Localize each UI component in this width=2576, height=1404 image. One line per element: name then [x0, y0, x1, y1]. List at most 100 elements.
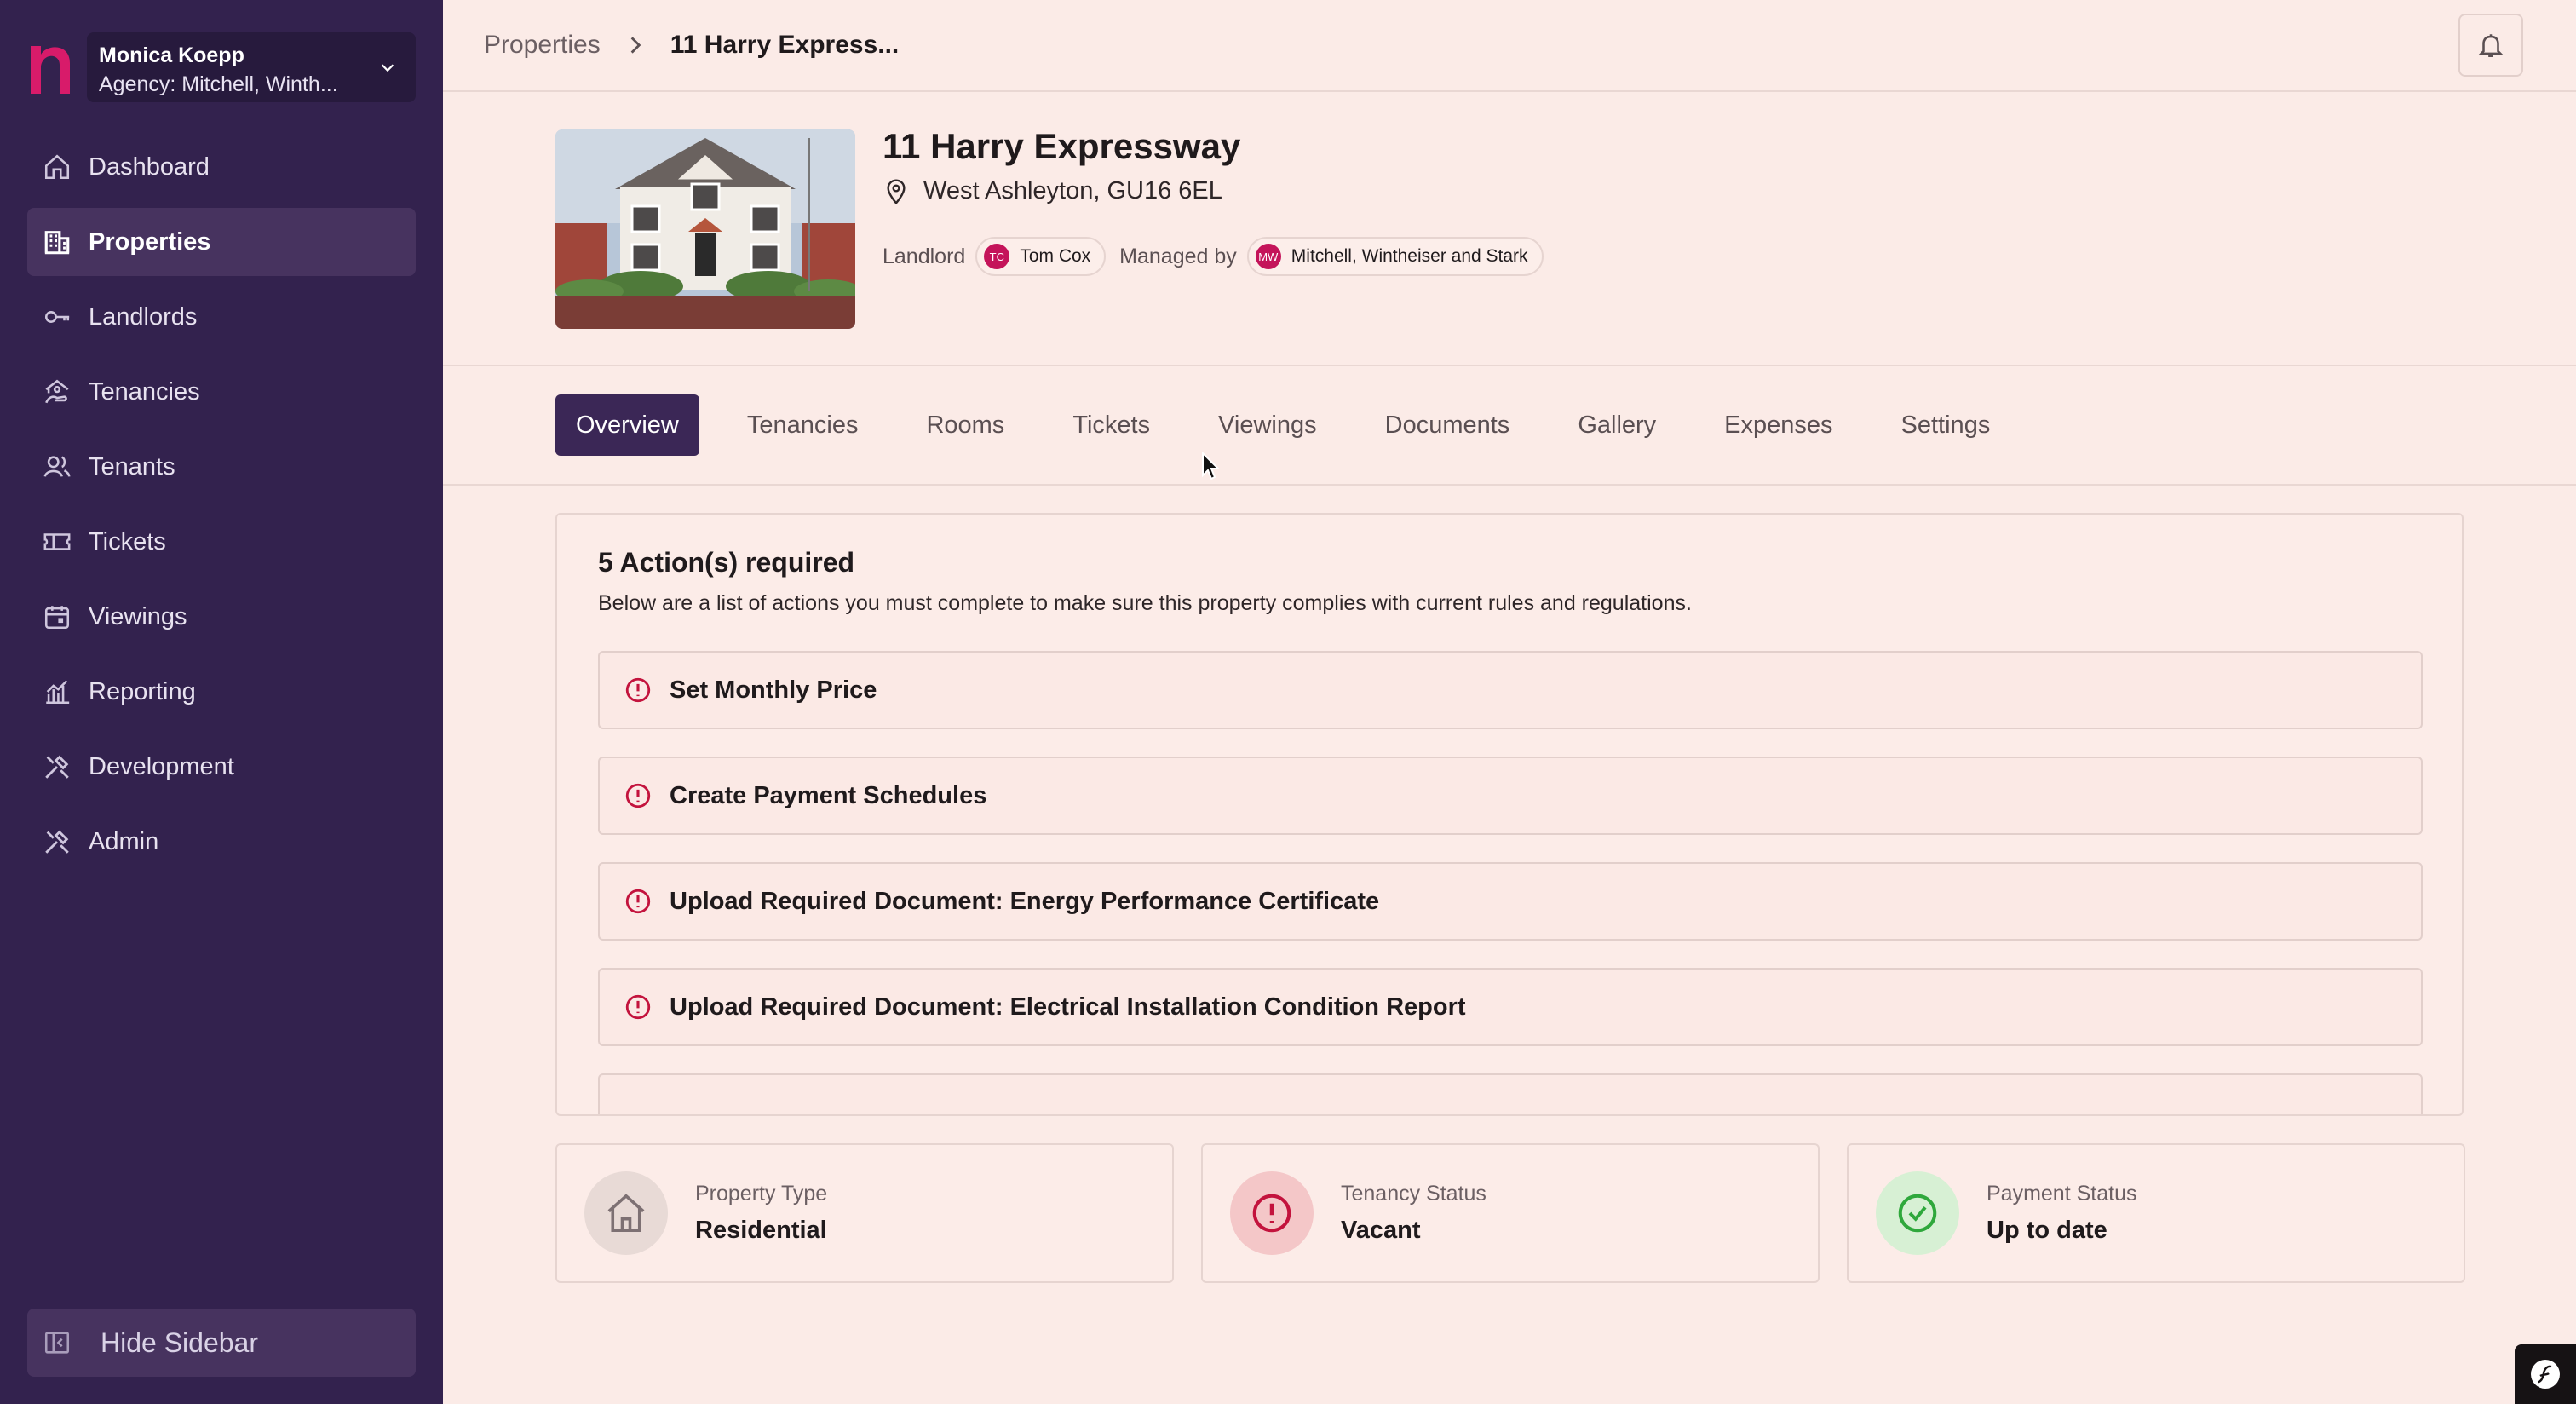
logo	[31, 46, 70, 94]
check-circle-icon	[1898, 1194, 1937, 1233]
sidebar-item-label: Viewings	[89, 602, 187, 630]
breadcrumb-current: 11 Harry Express...	[670, 31, 900, 59]
sidebar-nav: Dashboard Properties Landlords Tenancies…	[27, 133, 416, 883]
sidebar-item-label: Reporting	[89, 677, 196, 705]
sidebar-item-landlords[interactable]: Landlords	[27, 283, 416, 351]
sidebar-item-label: Development	[89, 752, 234, 780]
landlord-chip[interactable]: TC Tom Cox	[975, 237, 1107, 276]
sidebar-item-tenants[interactable]: Tenants	[27, 433, 416, 501]
sidebar-item-admin[interactable]: Admin	[27, 808, 416, 876]
alert-circle-icon	[625, 994, 651, 1020]
breadcrumb-properties[interactable]: Properties	[484, 31, 601, 60]
tenancy-status-card: Tenancy Status Vacant	[1201, 1143, 1820, 1283]
sidebar: Monica Koepp Agency: Mitchell, Winth... …	[0, 0, 443, 1404]
sidebar-item-label: Dashboard	[89, 152, 210, 181]
tab-tenancies[interactable]: Tenancies	[727, 394, 879, 456]
alert-circle-icon	[625, 889, 651, 914]
actions-required-card: 5 Action(s) required Below are a list of…	[555, 513, 2464, 1116]
action-label: Upload Required Document: Energy Perform…	[670, 887, 1380, 915]
property-photo[interactable]	[555, 129, 855, 329]
hide-sidebar-button[interactable]: Hide Sidebar	[27, 1309, 416, 1377]
check-icon-badge	[1876, 1171, 1959, 1255]
debug-toolbar-button[interactable]	[2515, 1344, 2576, 1404]
stat-value: Residential	[695, 1217, 827, 1244]
bell-icon	[2478, 34, 2504, 58]
sidebar-item-tickets[interactable]: Tickets	[27, 508, 416, 576]
ticket-icon	[43, 533, 71, 550]
home-icon	[44, 154, 70, 180]
action-item-partial[interactable]	[598, 1073, 2423, 1114]
account-switcher[interactable]: Monica Koepp Agency: Mitchell, Winth...	[87, 32, 416, 102]
tab-overview[interactable]: Overview	[555, 394, 699, 456]
alert-circle-icon	[625, 677, 651, 703]
avatar: MW	[1255, 244, 1281, 269]
actions-title: 5 Action(s) required	[598, 547, 855, 578]
stat-label: Payment Status	[1987, 1182, 2137, 1205]
landlord-name: Tom Cox	[1020, 246, 1091, 266]
top-bar: Properties 11 Harry Express...	[443, 0, 2576, 92]
stat-value: Vacant	[1341, 1217, 1421, 1244]
hide-sidebar-label: Hide Sidebar	[101, 1326, 258, 1358]
alert-icon-badge	[1230, 1171, 1314, 1255]
tab-viewings[interactable]: Viewings	[1198, 394, 1337, 456]
house-photo-image	[555, 129, 855, 329]
sidebar-item-development[interactable]: Development	[27, 733, 416, 801]
landlord-label: Landlord	[883, 244, 966, 268]
property-address-text: West Ashleyton, GU16 6EL	[923, 177, 1222, 204]
map-pin-icon	[887, 178, 906, 204]
stat-value: Up to date	[1987, 1217, 2107, 1244]
tab-expenses[interactable]: Expenses	[1704, 394, 1853, 456]
sidebar-collapse-icon	[44, 1332, 70, 1354]
action-item-set-monthly-price[interactable]: Set Monthly Price	[598, 651, 2423, 729]
users-icon	[43, 456, 71, 477]
sidebar-item-label: Tenants	[89, 452, 175, 480]
sidebar-item-label: Tickets	[89, 527, 166, 555]
manager-name: Mitchell, Wintheiser and Stark	[1291, 246, 1528, 266]
tab-tickets[interactable]: Tickets	[1052, 394, 1170, 456]
property-header: 11 Harry Expressway West Ashleyton, GU16…	[443, 92, 2576, 366]
tab-documents[interactable]: Documents	[1365, 394, 1531, 456]
property-address: West Ashleyton, GU16 6EL	[883, 177, 1222, 205]
manager-chip[interactable]: MW Mitchell, Wintheiser and Stark	[1246, 237, 1544, 276]
sidebar-item-dashboard[interactable]: Dashboard	[27, 133, 416, 201]
property-type-card: Property Type Residential	[555, 1143, 1174, 1283]
property-meta: Landlord TC Tom Cox Managed by MW Mitche…	[883, 237, 1557, 276]
notifications-button[interactable]	[2458, 14, 2523, 77]
sidebar-item-tenancies[interactable]: Tenancies	[27, 358, 416, 426]
stat-label: Tenancy Status	[1341, 1182, 1486, 1205]
tools-icon	[45, 830, 69, 854]
alert-circle-icon	[1252, 1194, 1291, 1233]
action-item-electrical-report[interactable]: Upload Required Document: Electrical Ins…	[598, 968, 2423, 1046]
house-person-icon	[45, 379, 69, 404]
property-title: 11 Harry Expressway	[883, 126, 1241, 166]
action-label: Create Payment Schedules	[670, 781, 987, 809]
calendar-icon	[44, 606, 70, 630]
sidebar-item-properties[interactable]: Properties	[27, 208, 416, 276]
stat-label: Property Type	[695, 1182, 828, 1205]
chart-icon	[46, 680, 70, 705]
tools-icon	[45, 755, 69, 779]
account-agency: Agency: Mitchell, Winth...	[99, 72, 338, 96]
managed-by-label: Managed by	[1119, 244, 1237, 268]
action-item-payment-schedules[interactable]: Create Payment Schedules	[598, 757, 2423, 835]
tab-gallery[interactable]: Gallery	[1557, 394, 1676, 456]
actions-description: Below are a list of actions you must com…	[598, 591, 1692, 615]
tab-settings[interactable]: Settings	[1881, 394, 2011, 456]
avatar: TC	[984, 244, 1010, 269]
sidebar-item-label: Admin	[89, 827, 159, 855]
sidebar-item-label: Tenancies	[89, 377, 200, 406]
breadcrumb: Properties 11 Harry Express...	[484, 31, 899, 60]
action-item-energy-certificate[interactable]: Upload Required Document: Energy Perform…	[598, 862, 2423, 941]
tab-rooms[interactable]: Rooms	[906, 394, 1025, 456]
sidebar-item-label: Landlords	[89, 302, 198, 331]
sidebar-item-viewings[interactable]: Viewings	[27, 583, 416, 651]
sidebar-item-label: Properties	[89, 227, 211, 256]
building-icon	[44, 231, 70, 255]
symfony-icon	[2531, 1360, 2560, 1389]
alert-circle-icon	[625, 783, 651, 808]
brand-row: Monica Koepp Agency: Mitchell, Winth...	[26, 32, 416, 102]
key-icon	[44, 311, 70, 323]
sidebar-item-reporting[interactable]: Reporting	[27, 658, 416, 726]
house-icon	[607, 1194, 645, 1233]
property-tabs: Overview Tenancies Rooms Tickets Viewing…	[443, 366, 2576, 486]
